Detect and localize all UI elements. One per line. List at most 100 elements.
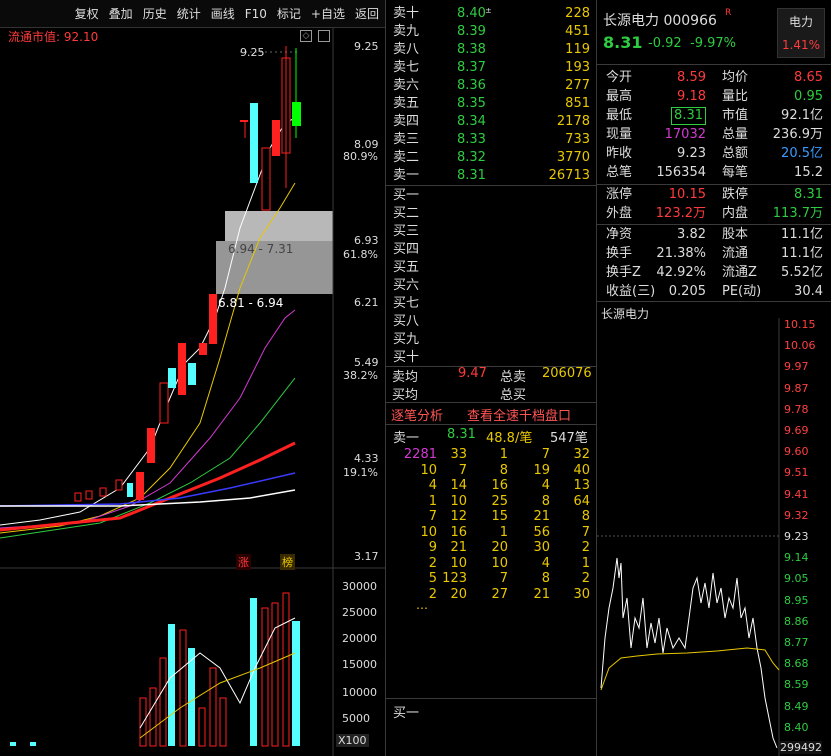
toolbar-item[interactable]: 标记 bbox=[277, 5, 301, 22]
toolbar-item[interactable]: 复权 bbox=[75, 5, 99, 22]
intraday-tick: 10.15 bbox=[784, 318, 816, 331]
ask-volume: 733 bbox=[565, 132, 590, 147]
stat-value: 9.18 bbox=[677, 89, 706, 104]
sector-name: 电力 bbox=[788, 15, 813, 29]
ask-label: 卖四 bbox=[393, 114, 420, 129]
tick-head-avg: 48.8/笔 bbox=[486, 431, 533, 446]
avg-buy-label: 买均 bbox=[392, 388, 419, 403]
stat-label: 流通Z bbox=[722, 265, 757, 280]
tick-ellipsis: … bbox=[416, 598, 428, 612]
ask-label: 卖一 bbox=[393, 168, 420, 183]
price-high-label: 9.25 bbox=[240, 46, 265, 59]
volume-tick: 15000 bbox=[342, 658, 377, 671]
tick-head-price: 8.31 bbox=[447, 427, 476, 442]
toolbar-item[interactable]: 画线 bbox=[211, 5, 235, 22]
ask-volume: 3770 bbox=[556, 150, 590, 165]
bid1-bottom-label: 买一 bbox=[393, 706, 420, 721]
stat-label: 总额 bbox=[722, 146, 749, 161]
intraday-tick: 9.60 bbox=[784, 445, 809, 459]
stat-value: 11.1亿 bbox=[781, 246, 823, 261]
intraday-tick: 9.41 bbox=[784, 487, 809, 501]
sector-box[interactable]: 电力 1.41% bbox=[777, 8, 825, 58]
ask-volume: 228 bbox=[565, 6, 590, 21]
volume-tick: 10000 bbox=[342, 686, 377, 699]
bid-label: 买五 bbox=[393, 260, 420, 275]
stat-value: 11.1亿 bbox=[781, 227, 823, 242]
toolbar-item[interactable]: 统计 bbox=[177, 5, 201, 22]
stat-label: 市值 bbox=[722, 108, 749, 123]
volume-tick: 30000 bbox=[342, 580, 377, 593]
stat-label: 均价 bbox=[722, 70, 749, 85]
stat-label: 外盘 bbox=[606, 206, 633, 221]
toolbar-item[interactable]: 返回 bbox=[355, 5, 379, 22]
intraday-volume-label: 299492 bbox=[780, 741, 822, 754]
ask-volume: 193 bbox=[565, 60, 590, 75]
intraday-tick: 10.06 bbox=[784, 339, 816, 353]
full-depth-link[interactable]: 查看全速千档盘口 bbox=[467, 405, 571, 424]
price-tick: 5.49 bbox=[354, 356, 379, 369]
ask-label: 卖二 bbox=[393, 150, 420, 165]
badge-zhang[interactable]: 涨 bbox=[236, 554, 251, 570]
ask-price[interactable]: 8.34 bbox=[457, 113, 486, 131]
ask-price[interactable]: 8.36 bbox=[457, 77, 486, 95]
toolbar-item[interactable]: 历史 bbox=[143, 5, 167, 22]
tick-head-label: 卖一 bbox=[393, 431, 420, 446]
stat-value: 113.7万 bbox=[772, 206, 823, 221]
intraday-tick: 9.14 bbox=[784, 551, 809, 565]
total-sell-label: 总卖 bbox=[500, 370, 527, 385]
ask-price[interactable]: 8.37 bbox=[457, 59, 486, 77]
pct-tick: 61.8% bbox=[343, 248, 378, 261]
stat-value: 3.82 bbox=[677, 227, 706, 242]
toolbar-item[interactable]: +自选 bbox=[311, 5, 345, 22]
ask-price[interactable]: 8.35 bbox=[457, 95, 486, 113]
intraday-tick: 9.97 bbox=[784, 360, 809, 374]
stat-label: 换手Z bbox=[606, 265, 641, 280]
intraday-tick: 8.95 bbox=[784, 593, 809, 607]
intraday-tick: 8.40 bbox=[784, 720, 809, 734]
intraday-tick: 9.69 bbox=[784, 424, 809, 437]
ask-price[interactable]: 8.32 bbox=[457, 149, 486, 167]
ask-price[interactable]: 8.31 bbox=[457, 167, 486, 185]
bid-label: 买七 bbox=[393, 296, 420, 311]
ask-price[interactable]: 8.33 bbox=[457, 131, 486, 149]
pct-tick: 80.9% bbox=[343, 150, 378, 163]
r-mark: R bbox=[725, 8, 732, 18]
stat-value: 5.52亿 bbox=[781, 265, 823, 280]
tick-analysis-title[interactable]: 逐笔分析 bbox=[391, 405, 443, 424]
toolbar-item[interactable]: 叠加 bbox=[109, 5, 133, 22]
intraday-tick: 8.49 bbox=[784, 699, 809, 713]
price-tick: 9.25 bbox=[354, 40, 379, 53]
ask-volume: 119 bbox=[565, 42, 590, 57]
ask-price[interactable]: 8.39 bbox=[457, 23, 486, 41]
ask-price[interactable]: 8.38 bbox=[457, 41, 486, 59]
tick-cell: 21 bbox=[533, 586, 550, 602]
intraday-tick: 9.78 bbox=[784, 402, 809, 416]
stat-label: 涨停 bbox=[606, 187, 633, 202]
badge-bang[interactable]: 榜 bbox=[280, 554, 295, 570]
ask-volume: 451 bbox=[565, 24, 590, 39]
tick-cell: 30 bbox=[573, 586, 590, 602]
stat-label: PE(动) bbox=[722, 284, 762, 299]
tick-cell: 27 bbox=[491, 586, 508, 602]
stat-value: 0.205 bbox=[668, 284, 706, 299]
stat-label: 每笔 bbox=[722, 165, 749, 180]
ask-label: 卖九 bbox=[393, 24, 420, 39]
stat-value: 17032 bbox=[664, 127, 706, 142]
intraday-tick: 9.05 bbox=[784, 572, 809, 586]
price-change: -0.92 bbox=[648, 36, 682, 51]
kline-chart[interactable] bbox=[0, 28, 385, 756]
volume-unit: X100 bbox=[336, 734, 369, 747]
intraday-tick: 8.59 bbox=[784, 678, 809, 692]
volume-tick: 20000 bbox=[342, 632, 377, 645]
stat-label: 总量 bbox=[722, 127, 749, 142]
last-price: 8.31 bbox=[603, 33, 643, 52]
stat-value: 8.65 bbox=[794, 70, 823, 85]
toolbar-item[interactable]: F10 bbox=[245, 7, 267, 21]
ask-price[interactable]: 8.40 bbox=[457, 5, 486, 23]
ask-label: 卖七 bbox=[393, 60, 420, 75]
bid-label: 买六 bbox=[393, 278, 420, 293]
bid-label: 买一 bbox=[393, 188, 420, 203]
stock-name: 长源电力 000966 bbox=[603, 13, 717, 29]
price-pct: -9.97% bbox=[690, 36, 736, 51]
stat-value: 8.31 bbox=[794, 187, 823, 202]
